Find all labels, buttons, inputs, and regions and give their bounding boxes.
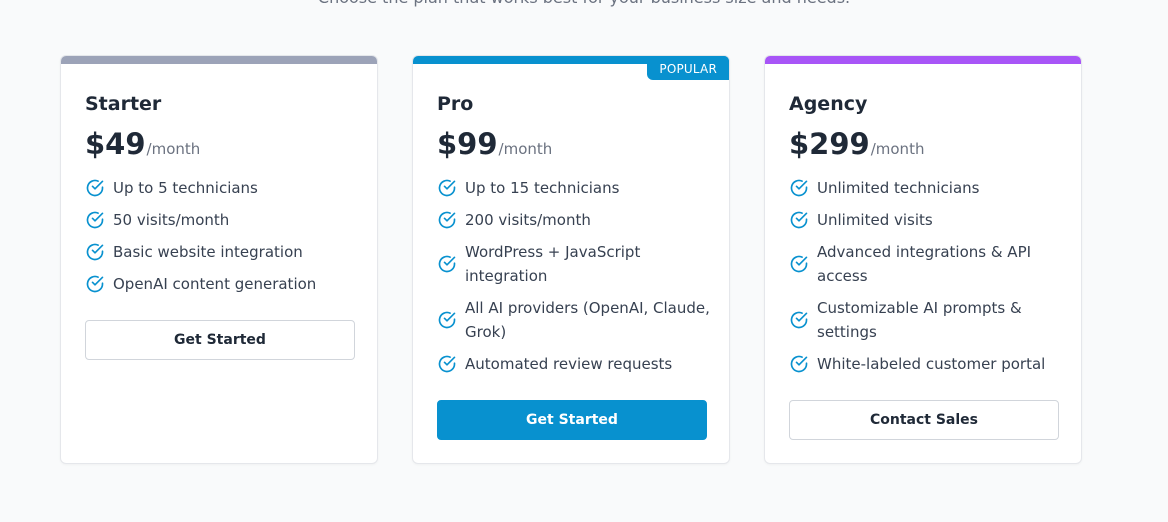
pricing-subtitle: Choose the plan that works best for your… — [0, 0, 1168, 8]
plan-feature-text: Unlimited visits — [817, 211, 933, 229]
plan-period: /month — [146, 140, 201, 158]
plan-card-pro: POPULAR Pro $99/month Up to 15 technicia… — [412, 55, 730, 464]
plan-name: Agency — [789, 93, 868, 115]
plan-feature-text: White-labeled customer portal — [817, 355, 1046, 373]
plan-feature-text: Unlimited technicians — [817, 179, 980, 197]
plan-feature-text: Up to 5 technicians — [113, 179, 258, 197]
check-circle-icon — [86, 275, 104, 293]
get-started-button[interactable]: Get Started — [437, 400, 707, 440]
plan-card-agency: Agency $299/month Unlimited technicians … — [764, 55, 1082, 464]
plan-features-list: Up to 15 technicians 200 visits/month Wo… — [437, 176, 713, 384]
plan-feature: WordPress + JavaScript integration — [437, 240, 713, 288]
check-circle-icon — [438, 311, 456, 329]
plan-name: Starter — [85, 93, 162, 115]
plan-feature: Unlimited visits — [789, 208, 1065, 232]
plan-feature: Up to 15 technicians — [437, 176, 713, 200]
check-circle-icon — [438, 355, 456, 373]
plan-feature-text: OpenAI content generation — [113, 275, 317, 293]
check-circle-icon — [790, 311, 808, 329]
plan-feature-text: Advanced integrations & API access — [817, 243, 1032, 285]
plan-accent-bar — [61, 56, 377, 64]
plan-feature: All AI providers (OpenAI, Claude, Grok) — [437, 296, 713, 344]
check-circle-icon — [790, 255, 808, 273]
check-circle-icon — [438, 255, 456, 273]
plan-accent-bar — [765, 56, 1081, 64]
plan-feature-text: All AI providers (OpenAI, Claude, Grok) — [465, 299, 710, 341]
plan-feature: Advanced integrations & API access — [789, 240, 1065, 288]
plan-feature: 200 visits/month — [437, 208, 713, 232]
plan-feature-text: Customizable AI prompts & settings — [817, 299, 1022, 341]
contact-sales-button[interactable]: Contact Sales — [789, 400, 1059, 440]
check-circle-icon — [790, 211, 808, 229]
plan-feature: White-labeled customer portal — [789, 352, 1065, 376]
check-circle-icon — [438, 179, 456, 197]
plan-feature-text: Up to 15 technicians — [465, 179, 620, 197]
plan-features-list: Unlimited technicians Unlimited visits A… — [789, 176, 1065, 384]
plan-feature: Basic website integration — [85, 240, 361, 264]
check-circle-icon — [438, 211, 456, 229]
plan-price: $299 — [789, 127, 870, 161]
plan-price-row: $99/month — [437, 126, 552, 162]
check-circle-icon — [790, 355, 808, 373]
get-started-button[interactable]: Get Started — [85, 320, 355, 360]
check-circle-icon — [86, 179, 104, 197]
plan-period: /month — [498, 140, 553, 158]
plan-feature: Customizable AI prompts & settings — [789, 296, 1065, 344]
plan-feature-text: WordPress + JavaScript integration — [465, 243, 641, 285]
plan-card-starter: Starter $49/month Up to 5 technicians 50… — [60, 55, 378, 464]
popular-badge: POPULAR — [647, 56, 729, 80]
plan-feature-text: Automated review requests — [465, 355, 673, 373]
plan-feature: OpenAI content generation — [85, 272, 361, 296]
plan-feature-text: 200 visits/month — [465, 211, 591, 229]
plan-feature-text: 50 visits/month — [113, 211, 230, 229]
plan-price-row: $49/month — [85, 126, 200, 162]
plan-features-list: Up to 5 technicians 50 visits/month Basi… — [85, 176, 361, 304]
check-circle-icon — [86, 211, 104, 229]
plan-feature: Unlimited technicians — [789, 176, 1065, 200]
check-circle-icon — [790, 179, 808, 197]
plan-feature-text: Basic website integration — [113, 243, 303, 261]
plan-feature: 50 visits/month — [85, 208, 361, 232]
plan-price: $49 — [85, 127, 146, 161]
plan-price: $99 — [437, 127, 498, 161]
plan-feature: Up to 5 technicians — [85, 176, 361, 200]
check-circle-icon — [86, 243, 104, 261]
plan-price-row: $299/month — [789, 126, 924, 162]
plan-name: Pro — [437, 93, 474, 115]
plan-feature: Automated review requests — [437, 352, 713, 376]
plan-period: /month — [870, 140, 925, 158]
